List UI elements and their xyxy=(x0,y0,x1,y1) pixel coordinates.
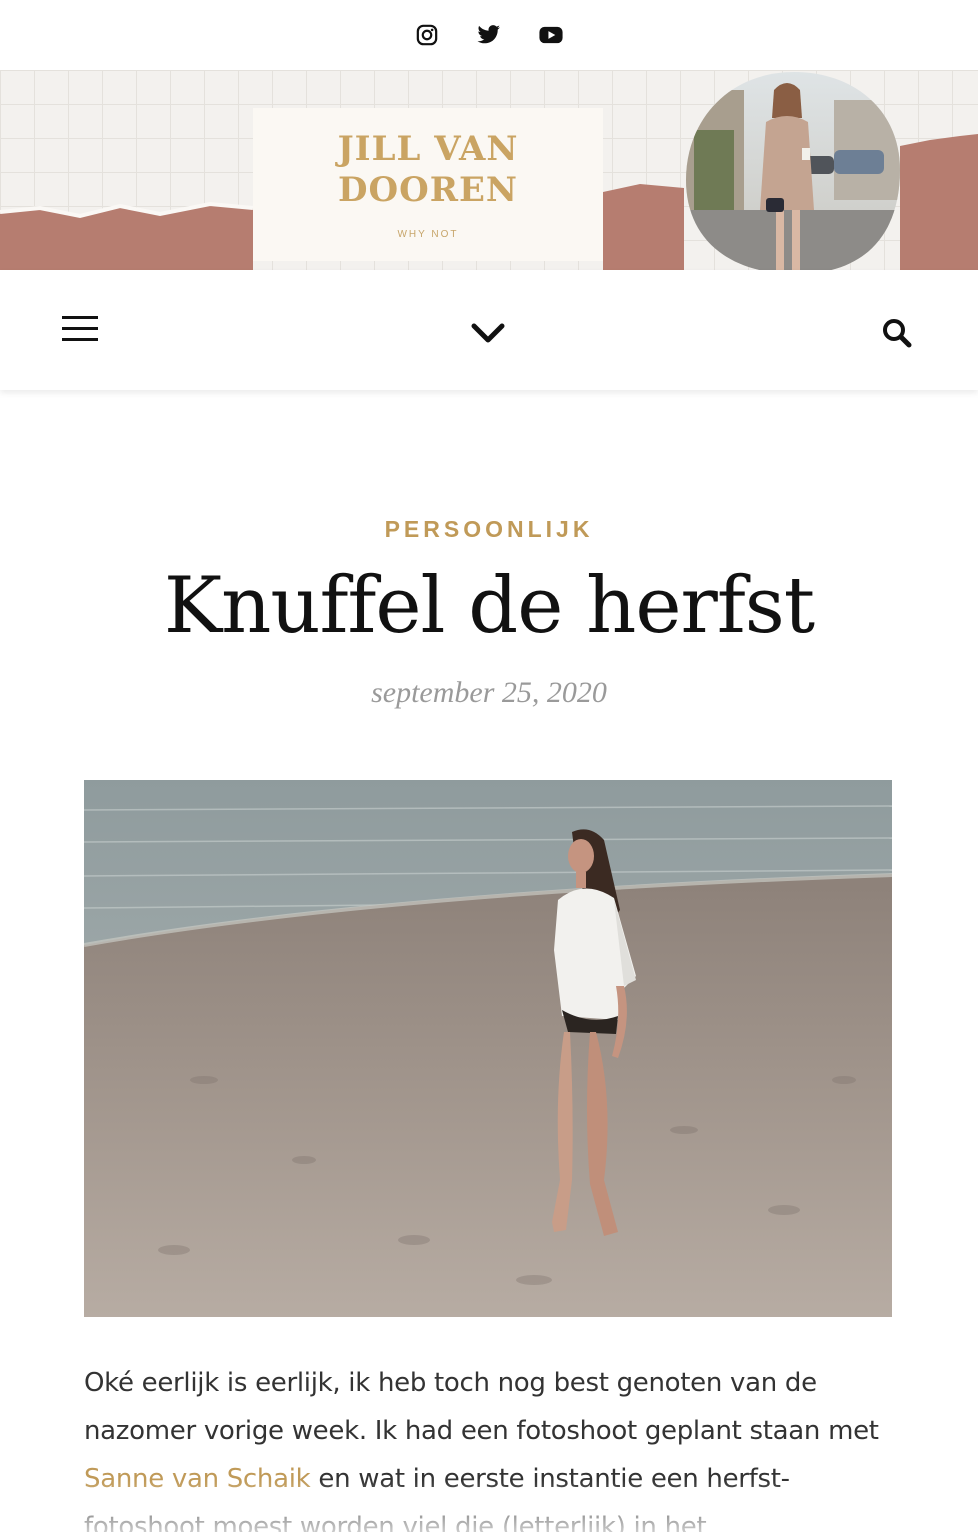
site-tagline: WHY NOT xyxy=(397,229,459,240)
header-banner: JILL VAN DOOREN WHY NOT xyxy=(0,70,978,270)
post-date: september 25, 2020 xyxy=(371,676,607,709)
chevron-down-icon[interactable] xyxy=(470,318,506,346)
logo-line-2: DOOREN xyxy=(338,170,518,210)
post-body-text-start: Oké eerlijk is eerlijk, ik heb toch nog … xyxy=(84,1368,879,1446)
main-navbar xyxy=(0,270,978,390)
post-category-link[interactable]: PERSOONLIJK xyxy=(0,516,978,543)
social-bar xyxy=(0,0,978,70)
twitter-icon[interactable] xyxy=(477,23,501,47)
site-logo[interactable]: JILL VAN DOOREN WHY NOT xyxy=(253,108,603,261)
logo-line-1: JILL VAN xyxy=(337,129,519,169)
bottom-fade-overlay xyxy=(0,1480,978,1532)
post-featured-image xyxy=(84,780,892,1317)
hamburger-icon[interactable] xyxy=(62,316,98,344)
instagram-icon[interactable] xyxy=(415,23,439,47)
search-icon[interactable] xyxy=(880,316,914,350)
post-title: Knuffel de herfst xyxy=(163,561,815,651)
header-portrait-photo xyxy=(686,72,900,270)
youtube-icon[interactable] xyxy=(539,23,563,47)
